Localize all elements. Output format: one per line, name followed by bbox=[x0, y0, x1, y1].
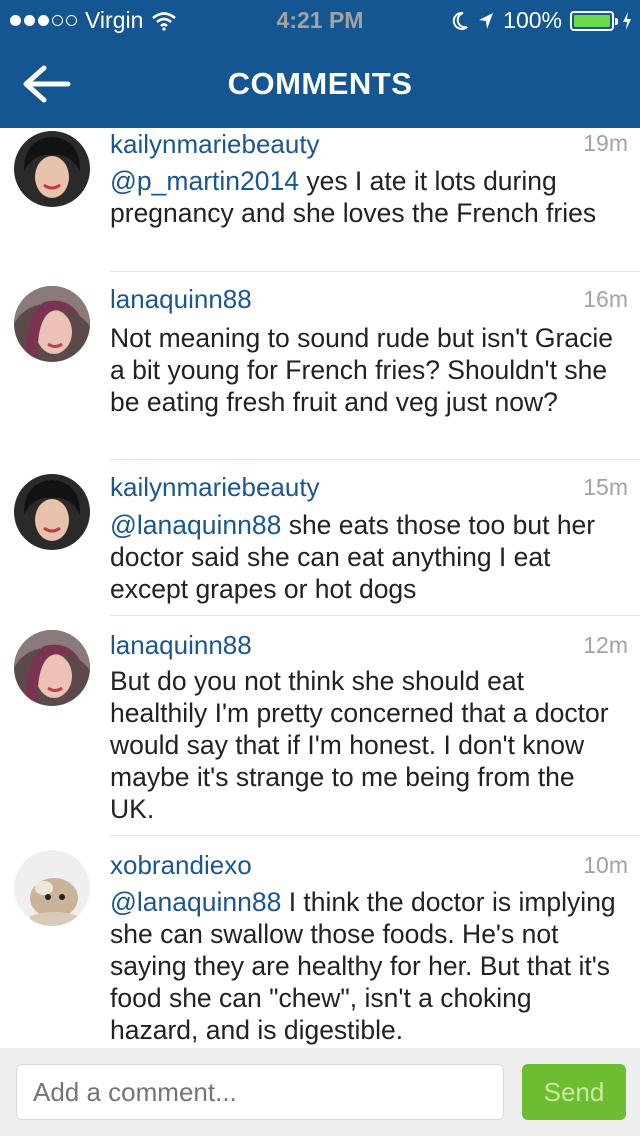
comment-time: 15m bbox=[583, 474, 628, 500]
status-indicators: 100% bbox=[451, 7, 632, 34]
comment-username[interactable]: lanaquinn88 bbox=[110, 630, 252, 661]
avatar[interactable] bbox=[14, 850, 90, 926]
comment-list[interactable]: kailynmariebeauty 19m @p_martin2014 yes … bbox=[0, 128, 640, 1048]
avatar[interactable] bbox=[14, 474, 90, 550]
divider bbox=[110, 835, 640, 836]
comment-input[interactable] bbox=[16, 1064, 504, 1120]
comment-text: @p_martin2014 yes I ate it lots during p… bbox=[110, 165, 622, 229]
mention-link[interactable]: @p_martin2014 bbox=[110, 166, 299, 196]
comment-body: But do you not think she should eat heal… bbox=[110, 666, 609, 824]
comment-username[interactable]: xobrandiexo bbox=[110, 850, 252, 881]
battery-icon bbox=[570, 10, 618, 31]
divider bbox=[110, 615, 640, 616]
status-bar: Virgin 4:21 PM 100% bbox=[0, 0, 640, 40]
avatar[interactable] bbox=[14, 286, 90, 362]
nav-bar: COMMENTS bbox=[0, 40, 640, 128]
comment-text: @lanaquinn88 she eats those too but her … bbox=[110, 509, 622, 605]
charging-bolt-icon bbox=[623, 11, 631, 30]
comment-username[interactable]: lanaquinn88 bbox=[110, 284, 252, 315]
comment-time: 16m bbox=[583, 286, 628, 312]
comment-text: @lanaquinn88 I think the doctor is imply… bbox=[110, 886, 622, 1046]
comment-time: 12m bbox=[583, 632, 628, 658]
divider bbox=[110, 459, 640, 460]
comment-body: Not meaning to sound rude but isn't Grac… bbox=[110, 323, 613, 417]
comment-time: 10m bbox=[583, 852, 628, 878]
comment-username[interactable]: kailynmariebeauty bbox=[110, 129, 320, 160]
comment-composer: Send bbox=[0, 1048, 640, 1136]
comment-username[interactable]: kailynmariebeauty bbox=[110, 472, 320, 503]
divider bbox=[110, 271, 640, 272]
avatar[interactable] bbox=[14, 131, 90, 207]
page-title: COMMENTS bbox=[227, 66, 413, 101]
location-arrow-icon bbox=[479, 12, 494, 29]
moon-icon bbox=[452, 11, 468, 30]
comment-text: But do you not think she should eat heal… bbox=[110, 665, 622, 825]
mention-link[interactable]: @lanaquinn88 bbox=[110, 887, 281, 917]
mention-link[interactable]: @lanaquinn88 bbox=[110, 510, 281, 540]
comment-text: Not meaning to sound rude but isn't Grac… bbox=[110, 322, 622, 418]
battery-percent: 100% bbox=[503, 7, 562, 33]
send-button[interactable]: Send bbox=[522, 1064, 626, 1120]
comment-time: 19m bbox=[583, 130, 628, 156]
avatar[interactable] bbox=[14, 630, 90, 706]
